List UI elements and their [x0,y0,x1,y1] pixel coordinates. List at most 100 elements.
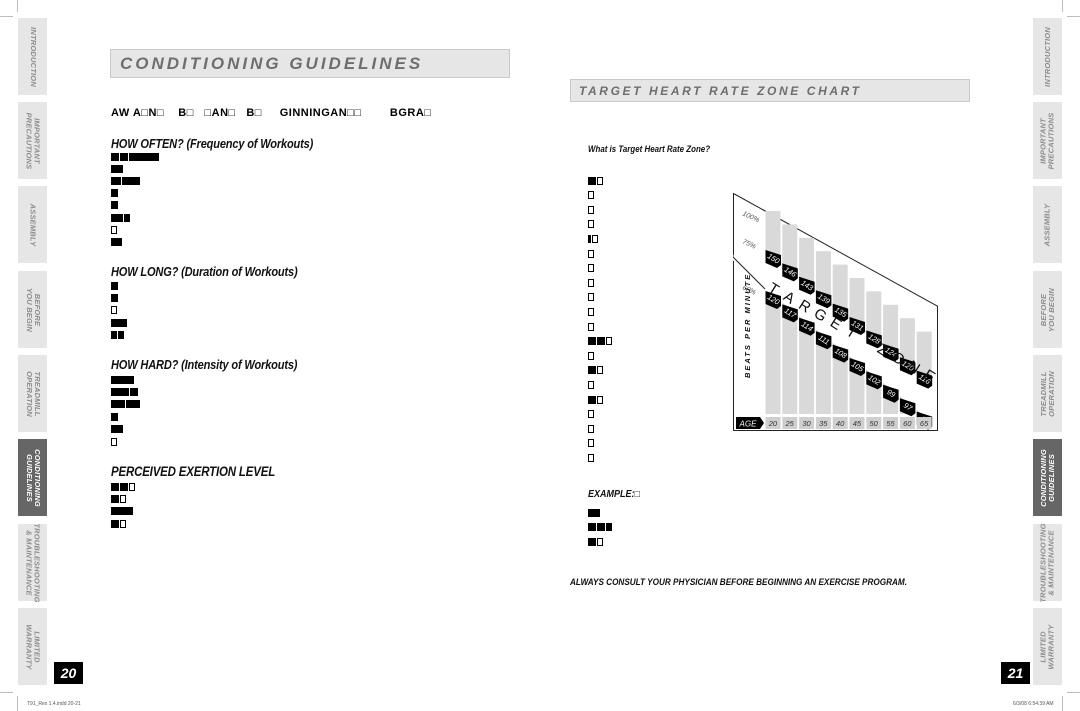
text-line-placeholder [588,410,594,419]
tab-limited-warranty[interactable]: LIMITED WARRANTY [18,608,47,685]
text-line-placeholder [111,400,140,409]
glyph-block [588,439,594,448]
tab-label: BEFORE YOU BEGIN [1038,287,1056,332]
glyph-block [588,322,594,331]
tab-conditioning-guidelines[interactable]: CONDITIONING GUIDELINES [18,439,47,516]
text-line-placeholder [111,225,117,234]
tab-label: TREADMILL OPERATION [1038,370,1056,417]
text-line-placeholder [588,380,594,389]
crop-mark [1067,692,1080,693]
glyph-block [111,507,133,516]
tab-treadmill-operation[interactable]: TREADMILL OPERATION [18,355,47,432]
tab-label: TREADMILL OPERATION [24,370,42,417]
glyph-block [588,191,594,200]
glyph-block [111,387,129,396]
tab-label: BEFORE YOU BEGIN [24,287,42,332]
glyph-block [111,331,117,340]
tab-conditioning-guidelines[interactable]: CONDITIONING GUIDELINES [1033,439,1062,516]
glyph-block [111,519,119,528]
tab-troubleshooting-maintenance[interactable]: TROUBLESHOOTING & MAINTENANCE [18,523,47,602]
age-tick-label: 40 [836,419,845,428]
crop-mark [1062,696,1063,711]
text-line-placeholder [111,152,159,161]
glyph-block [588,278,594,287]
tab-before-you-begin[interactable]: BEFORE YOU BEGIN [18,271,47,348]
text-line-placeholder [588,366,603,375]
glyph-block [130,387,138,396]
text-line-placeholder [111,387,138,396]
glyph-block [111,400,125,409]
glyph-block [120,494,126,503]
age-tick-label: 50 [870,419,879,428]
tab-before-you-begin[interactable]: BEFORE YOU BEGIN [1033,271,1062,348]
glyph-block [120,519,126,528]
glyph-block [588,380,594,389]
glyph-block [588,264,594,273]
text-line-placeholder [111,412,118,421]
tab-assembly[interactable]: ASSEMBLY [1033,186,1062,263]
tab-limited-warranty[interactable]: LIMITED WARRANTY [1033,608,1062,685]
text-line-placeholder [588,337,612,346]
text-line-placeholder [588,322,594,331]
heart-rate-zone-chart: 1501201461171431141391111351081311051281… [733,193,938,431]
chart-title-bar: TARGET HEART RATE ZONE CHART [570,79,970,102]
text-line-placeholder [111,306,117,315]
tab-assembly[interactable]: ASSEMBLY [18,186,47,263]
page-title-bar: CONDITIONING GUIDELINES [110,49,510,78]
glyph-block [588,234,591,243]
text-line-placeholder [111,213,130,222]
tab-introduction[interactable]: INTRODUCTION [18,18,47,95]
glyph-block [597,337,605,346]
text-line-placeholder [588,205,594,214]
tab-label: ASSEMBLY [1042,203,1052,246]
text-line-placeholder [588,351,594,360]
section-heading-duration: HOW LONG? (Duration of Workouts) [111,264,298,279]
text-line-placeholder [111,437,117,446]
tab-label: ASSEMBLY [28,203,38,246]
glyph-block [588,410,594,419]
intro-line: AW A□N□ B□ □AN□ B□ GINNINGAN□□ BGRA□ [111,107,432,119]
section-heading-intensity: HOW HARD? (Intensity of Workouts) [111,357,298,372]
tab-introduction[interactable]: INTRODUCTION [1033,18,1062,95]
page-number-left: 20 [54,662,83,684]
glyph-block [588,220,594,229]
text-line-placeholder [588,293,594,302]
tab-important-precautions[interactable]: IMPORTANT PRECAUTIONS [1033,102,1062,179]
glyph-block [111,375,134,384]
footer-right: 6/3/08 6:54:39 AM [1013,701,1054,707]
text-line-placeholder [111,281,118,290]
tab-treadmill-operation[interactable]: TREADMILL OPERATION [1033,355,1062,432]
text-line-placeholder [588,264,594,273]
age-tick-label: 30 [802,419,811,428]
text-line-placeholder [588,453,594,462]
footer-left: T91_Rex 1.4.indd 20-21 [27,701,81,707]
glyph-block [592,234,598,243]
y-axis-label: BEATS PER MINUTE [743,273,752,378]
glyph-block [129,482,135,491]
glyph-block [588,453,594,462]
text-line-placeholder [111,237,122,246]
text-line-placeholder [588,191,594,200]
glyph-block [588,395,596,404]
tab-troubleshooting-maintenance[interactable]: TROUBLESHOOTING & MAINTENANCE [1033,522,1062,603]
glyph-block [588,351,594,360]
crop-mark [17,0,18,12]
age-tick-label: 55 [886,419,895,428]
tab-important-precautions[interactable]: IMPORTANT PRECAUTIONS [18,102,47,179]
glyph-block [111,293,118,302]
physician-warning: ALWAYS CONSULT YOUR PHYSICIAN BEFORE BEG… [570,577,907,588]
text-line-placeholder [588,523,612,532]
text-line-placeholder [111,482,135,491]
glyph-block [597,523,605,532]
text-line-placeholder [111,519,126,528]
age-tick-label: 25 [785,419,795,428]
text-line-placeholder [111,375,134,384]
text-line-placeholder [111,318,127,327]
glyph-block [120,152,128,161]
glyph-block [588,176,596,185]
glyph-block [111,281,118,290]
crop-mark [0,692,13,693]
glyph-block [111,237,122,246]
tab-label: TROUBLESHOOTING & MAINTENANCE [1038,522,1056,603]
tab-label: CONDITIONING GUIDELINES [1038,448,1056,507]
